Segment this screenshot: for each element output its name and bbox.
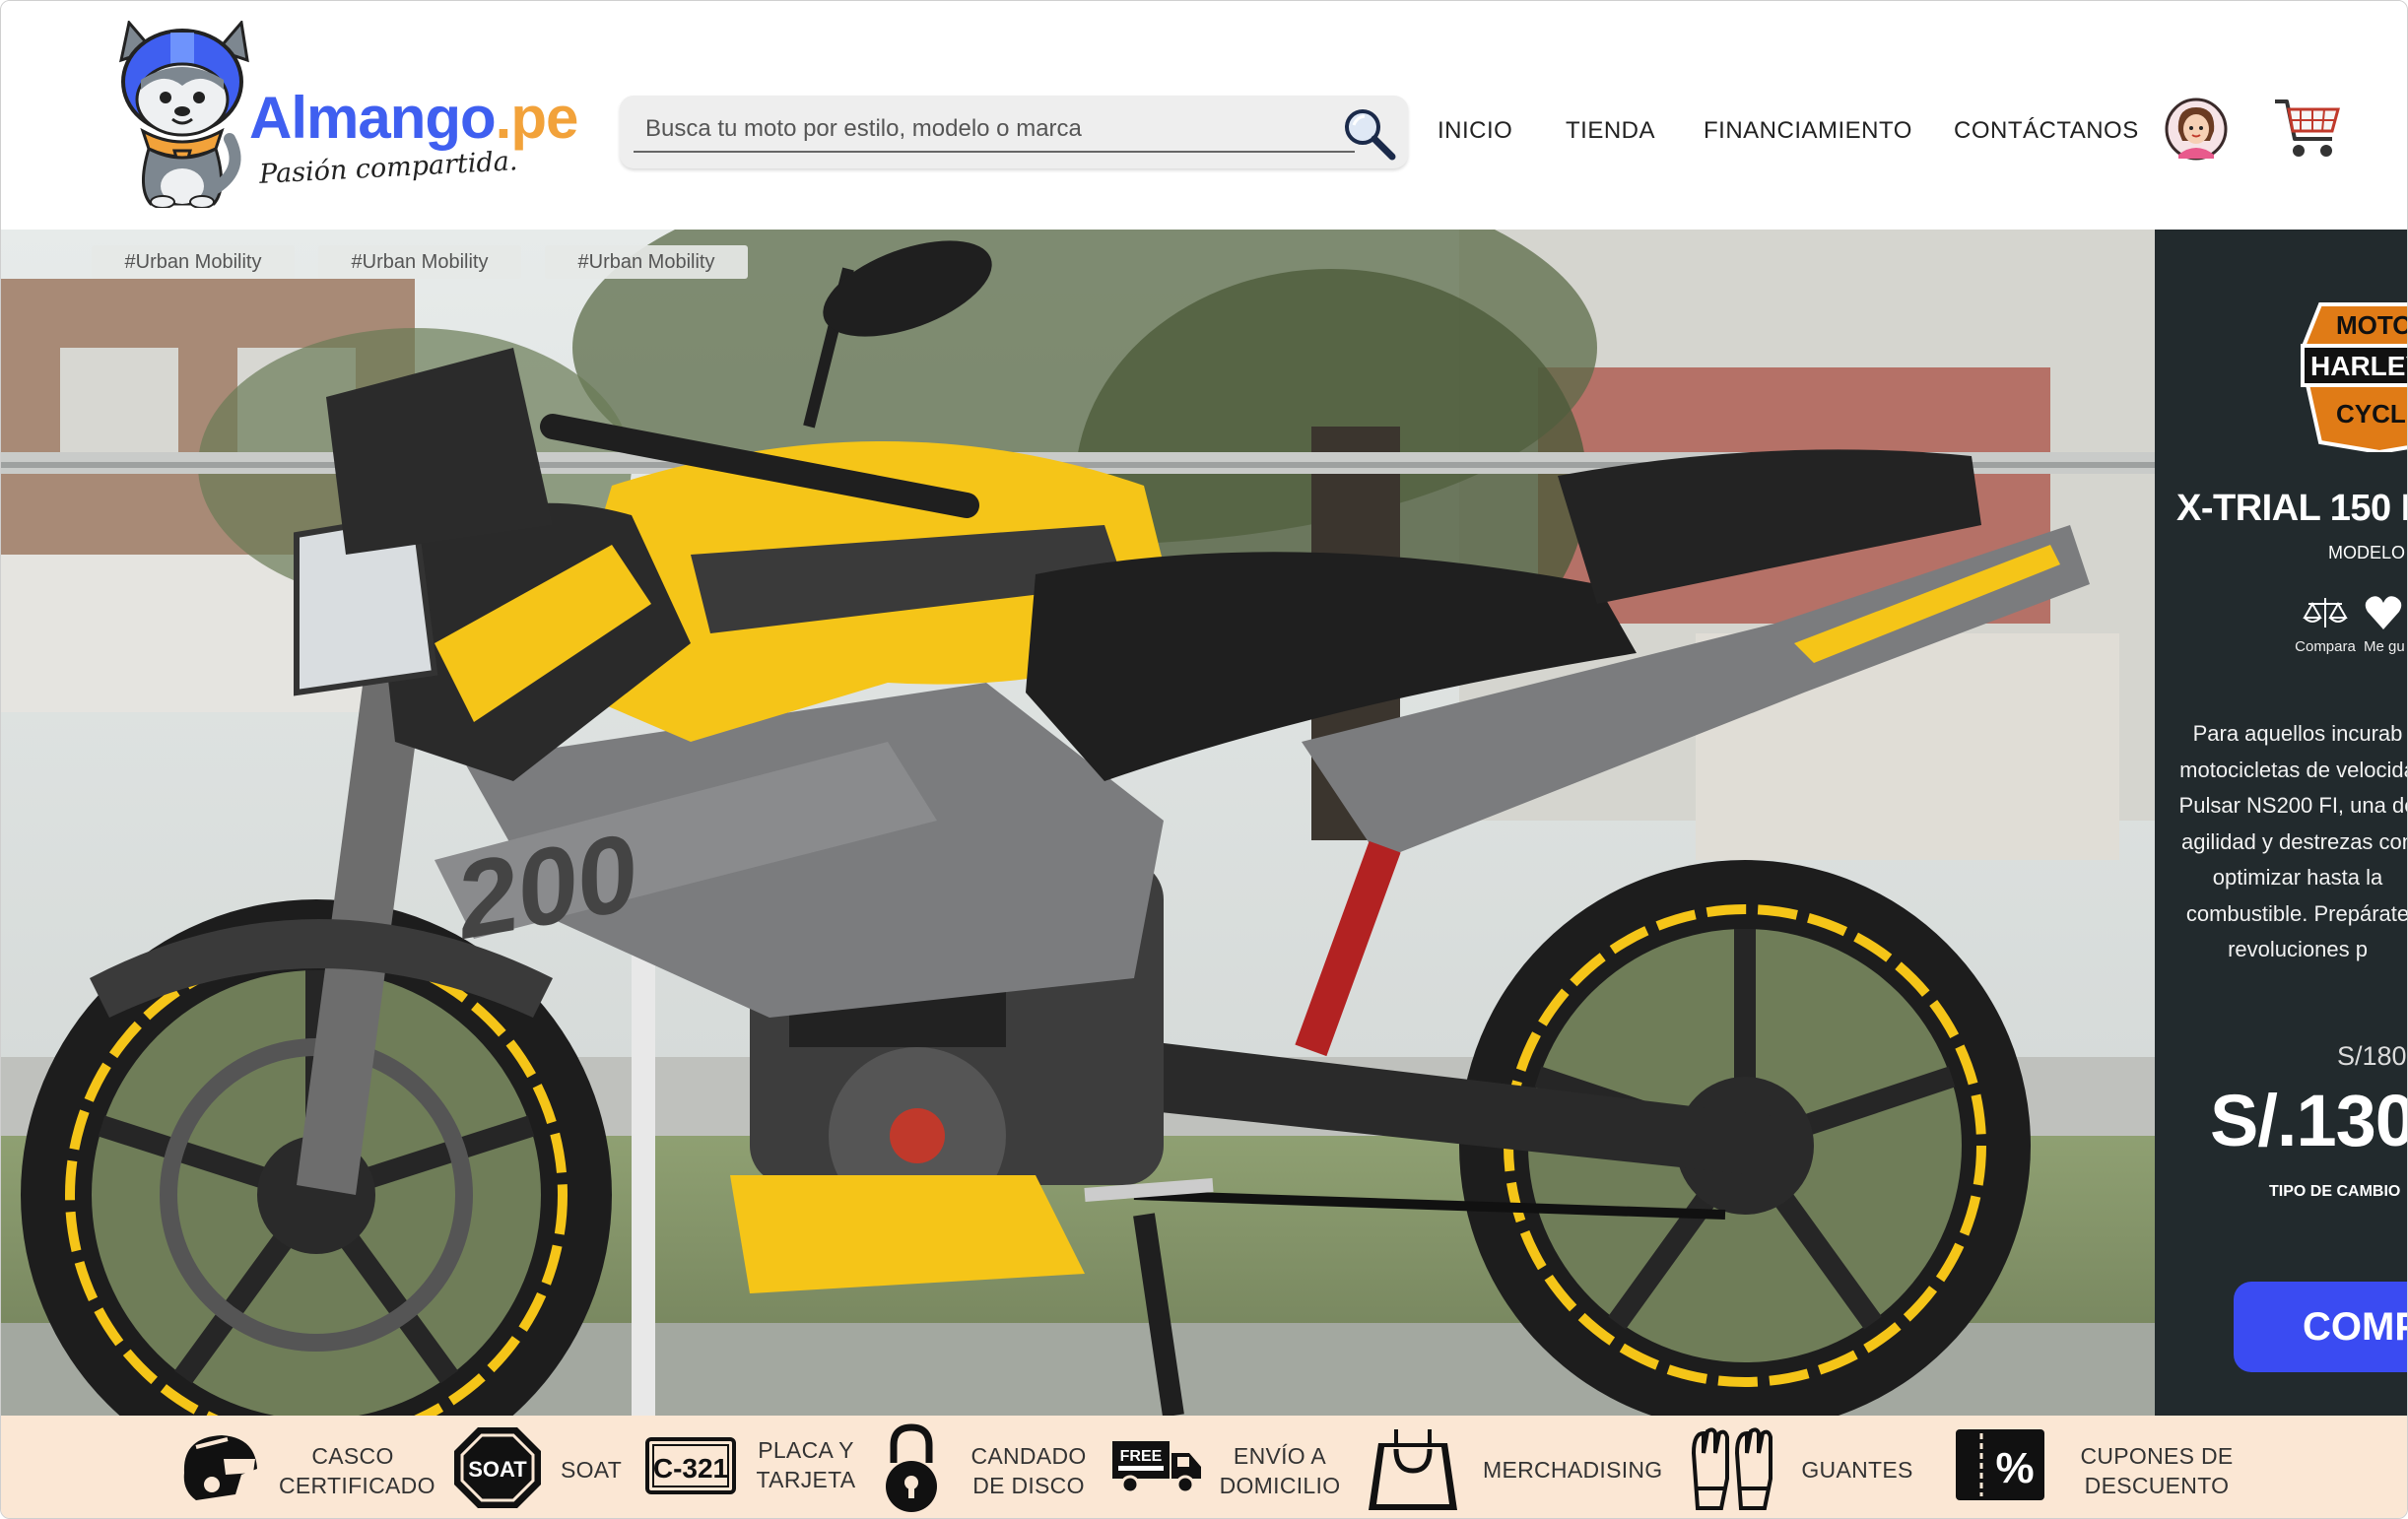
- benefit-envio[interactable]: FREE ENVÍO A DOMICILIO: [1110, 1416, 1347, 1518]
- scale-compare-icon: [2303, 598, 2348, 627]
- hero-tag[interactable]: #Urban Mobility: [92, 245, 295, 279]
- heart-icon: [2365, 596, 2402, 629]
- description-line: Para aquellos incurab: [2192, 721, 2403, 746]
- padlock-icon: [886, 1423, 937, 1512]
- benefit-soat[interactable]: SOAT SOAT: [452, 1416, 630, 1518]
- compare-label: Compara: [2295, 638, 2356, 655]
- benefit-label: PLACA Y TARJETA: [752, 1435, 860, 1494]
- benefit-label: ENVÍO A DOMICILIO: [1217, 1441, 1343, 1500]
- like-button[interactable]: Me gu: [2364, 594, 2407, 655]
- product-subtitle: MODELO: [2328, 543, 2406, 562]
- nav-contactanos[interactable]: CONTÁCTANOS: [1954, 117, 2139, 145]
- description-line: Pulsar NS200 FI, una de: [2178, 793, 2408, 818]
- benefit-merchandising[interactable]: MERCHADISING: [1367, 1416, 1663, 1518]
- benefit-cupones[interactable]: % CUPONES DE DESCUENTO: [1954, 1416, 2240, 1518]
- free-shipping-truck-icon: FREE: [1112, 1441, 1201, 1494]
- brand-suffix: .pe: [495, 85, 579, 151]
- gloves-icon: [1691, 1427, 1773, 1510]
- plate-text: C-321: [653, 1453, 728, 1484]
- benefit-line: CUPONES DE: [2080, 1443, 2234, 1469]
- shopping-cart-icon[interactable]: [2273, 96, 2342, 161]
- harley-davidson-logo-icon: HARLEY-D MOTO CYCL: [2301, 302, 2408, 452]
- truck-text: FREE: [1120, 1448, 1163, 1465]
- product-panel: HARLEY-D MOTO CYCL X-TRIAL 150 I MODELO …: [2155, 230, 2408, 1416]
- nav-tienda[interactable]: TIENDA: [1566, 117, 1655, 145]
- benefit-label: CANDADO DE DISCO: [965, 1441, 1093, 1500]
- description-line: combustible. Prepárate: [2185, 900, 2408, 926]
- benefit-label: SOAT: [560, 1457, 623, 1483]
- brand-wordmark: Almango.pe: [249, 84, 579, 152]
- svg-text:SOAT: SOAT: [468, 1457, 527, 1482]
- soat-icon: SOAT: [454, 1427, 541, 1508]
- compare-button[interactable]: Compara: [2291, 594, 2360, 655]
- product-description: Para aquellos incurab motocicletas de ve…: [2155, 716, 2408, 968]
- svg-text:%: %: [1995, 1444, 2034, 1492]
- like-label: Me gu: [2364, 638, 2405, 655]
- nav-financiamiento[interactable]: FINANCIAMIENTO: [1704, 117, 1912, 145]
- benefits-bar: CASCO CERTIFICADO SOAT SOAT C-321 PLACA …: [1, 1416, 2407, 1518]
- description-line: revoluciones p: [2228, 937, 2368, 961]
- description-line: agilidad y destrezas con: [2180, 828, 2408, 854]
- benefit-candado[interactable]: CANDADO DE DISCO: [882, 1416, 1099, 1518]
- svg-text:CYCL: CYCL: [2336, 399, 2406, 429]
- hero-tag[interactable]: #Urban Mobility: [318, 245, 521, 279]
- benefit-line: PLACA Y: [758, 1437, 854, 1463]
- harley-logo-text: HARLEY-D: [2310, 351, 2408, 381]
- description-line: optimizar hasta la: [2212, 865, 2383, 890]
- buy-button[interactable]: COMP: [2234, 1282, 2407, 1372]
- site-header: Almango.pe Pasión compartida. INICIO TIE…: [1, 1, 2407, 230]
- benefit-line: CERTIFICADO: [279, 1473, 435, 1498]
- benefit-label: MERCHADISING: [1483, 1457, 1663, 1483]
- benefit-line: CASCO: [311, 1443, 394, 1469]
- license-plate-icon: C-321: [645, 1437, 736, 1494]
- search-input[interactable]: [634, 107, 1355, 153]
- helmet-icon: [183, 1435, 257, 1500]
- hero-banner[interactable]: 200 #Urban Mobility #Urban Mobility #Urb…: [1, 230, 2155, 1416]
- discount-coupon-icon: %: [1956, 1429, 2044, 1500]
- benefit-label: CASCO CERTIFICADO: [279, 1441, 435, 1500]
- benefit-line: TARJETA: [756, 1467, 856, 1492]
- benefit-casco[interactable]: CASCO CERTIFICADO: [176, 1416, 435, 1518]
- benefit-line: ENVÍO A: [1233, 1443, 1327, 1469]
- benefit-placa[interactable]: C-321 PLACA Y TARJETA: [645, 1416, 862, 1518]
- hero-tag[interactable]: #Urban Mobility: [545, 245, 748, 279]
- motorcycle-photo: 200: [1, 230, 2155, 1416]
- brand-tagline: Pasión compartida.: [258, 146, 519, 190]
- benefit-guantes[interactable]: GUANTES: [1688, 1416, 1924, 1518]
- search-box: [620, 96, 1408, 168]
- benefit-line: DOMICILIO: [1219, 1473, 1341, 1498]
- benefit-line: DESCUENTO: [2084, 1473, 2230, 1498]
- product-title: X-TRIAL 150 I: [2176, 488, 2408, 529]
- user-avatar-icon[interactable]: [2165, 98, 2228, 161]
- benefit-line: DE DISCO: [972, 1473, 1085, 1498]
- page: Almango.pe Pasión compartida. INICIO TIE…: [0, 0, 2408, 1519]
- current-price: S/.130: [2210, 1080, 2408, 1161]
- husky-mascot-icon: [119, 21, 249, 208]
- brand-name: Almango: [249, 85, 497, 151]
- benefit-label: CUPONES DE DESCUENTO: [2078, 1441, 2236, 1500]
- shopping-bag-icon: [1369, 1429, 1457, 1510]
- site-logo[interactable]: Almango.pe Pasión compartida.: [111, 21, 604, 208]
- nav-inicio[interactable]: INICIO: [1438, 117, 1512, 145]
- exchange-rate-note: TIPO DE CAMBIO: [2269, 1183, 2401, 1200]
- description-line: motocicletas de velocida: [2179, 757, 2408, 782]
- svg-text:MOTO: MOTO: [2336, 310, 2408, 340]
- search-icon[interactable]: [1339, 103, 1398, 163]
- old-price: S/180: [2337, 1041, 2407, 1071]
- benefit-line: CANDADO: [970, 1443, 1087, 1469]
- benefit-label: GUANTES: [1801, 1457, 1913, 1483]
